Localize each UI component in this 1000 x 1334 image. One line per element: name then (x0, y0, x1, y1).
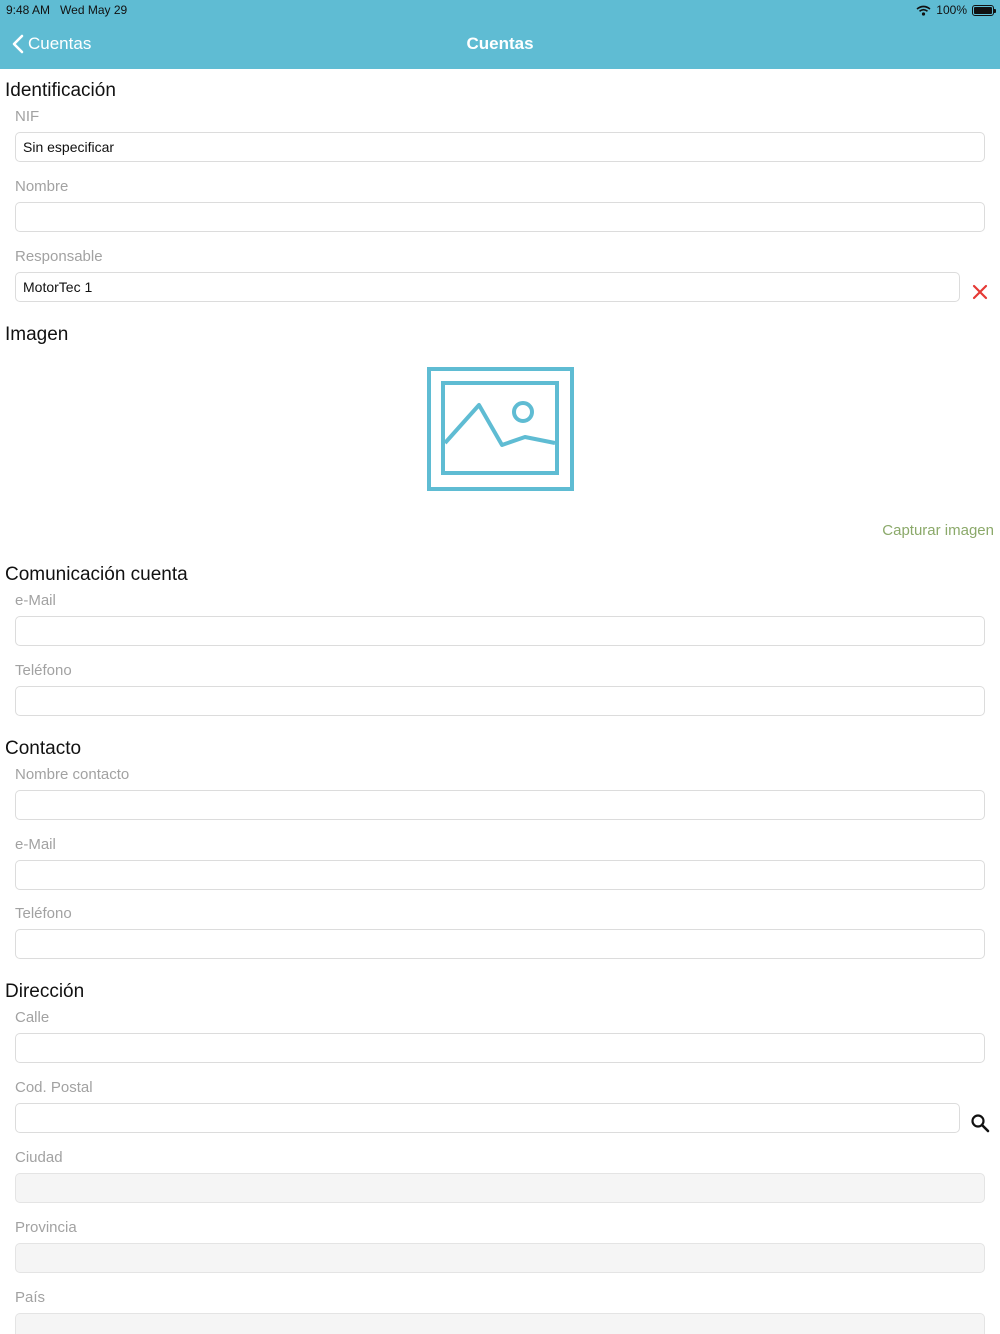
status-date-text: Wed May 29 (60, 3, 128, 17)
nif-label: NIF (15, 108, 40, 125)
search-icon[interactable] (970, 1113, 990, 1133)
comunicacion-telefono-field[interactable] (15, 686, 985, 716)
close-icon[interactable] (971, 283, 989, 301)
nif-field[interactable]: Sin especificar (15, 132, 985, 162)
battery-icon (972, 4, 996, 16)
contacto-telefono-field[interactable] (15, 929, 985, 959)
responsable-field[interactable]: MotorTec 1 (15, 272, 960, 302)
responsable-label: Responsable (15, 248, 103, 265)
cod-postal-field[interactable] (15, 1103, 960, 1133)
nav-bar: 9:48 AM Wed May 29 100% Cuentas Cuentas (0, 0, 1000, 69)
section-comunicacion-title: Comunicación cuenta (5, 564, 188, 585)
status-time: 9:48 AM Wed May 29 (6, 3, 127, 17)
provincia-label: Provincia (15, 1219, 77, 1236)
contacto-nombre-field[interactable] (15, 790, 985, 820)
contacto-nombre-label: Nombre contacto (15, 766, 130, 783)
nombre-label: Nombre (15, 178, 69, 195)
image-icon[interactable] (427, 367, 574, 491)
calle-field[interactable] (15, 1033, 985, 1063)
section-identificacion-title: Identificación (5, 80, 116, 101)
section-contacto-title: Contacto (5, 738, 82, 759)
page-title: Cuentas (466, 34, 534, 53)
section-direccion-title: Dirección (5, 981, 85, 1002)
pais-label: País (15, 1289, 46, 1306)
section-imagen-title: Imagen (5, 324, 69, 345)
battery-percent: 100% (936, 3, 967, 17)
contacto-email-label: e-Mail (15, 836, 56, 853)
ciudad-label: Ciudad (15, 1149, 63, 1166)
wifi-icon (916, 5, 931, 16)
calle-label: Calle (15, 1009, 50, 1026)
nombre-field[interactable] (15, 202, 985, 232)
pais-field (15, 1313, 985, 1334)
provincia-field (15, 1243, 985, 1273)
cod-postal-label: Cod. Postal (15, 1079, 93, 1096)
comunicacion-email-label: e-Mail (15, 592, 56, 609)
contacto-email-field[interactable] (15, 860, 985, 890)
contacto-telefono-label: Teléfono (15, 905, 72, 922)
status-indicators: 100% (916, 3, 996, 17)
ciudad-field (15, 1173, 985, 1203)
comunicacion-telefono-label: Teléfono (15, 662, 72, 679)
comunicacion-email-field[interactable] (15, 616, 985, 646)
status-time-text: 9:48 AM (6, 3, 51, 17)
capture-image-link[interactable]: Capturar imagen (882, 522, 994, 539)
